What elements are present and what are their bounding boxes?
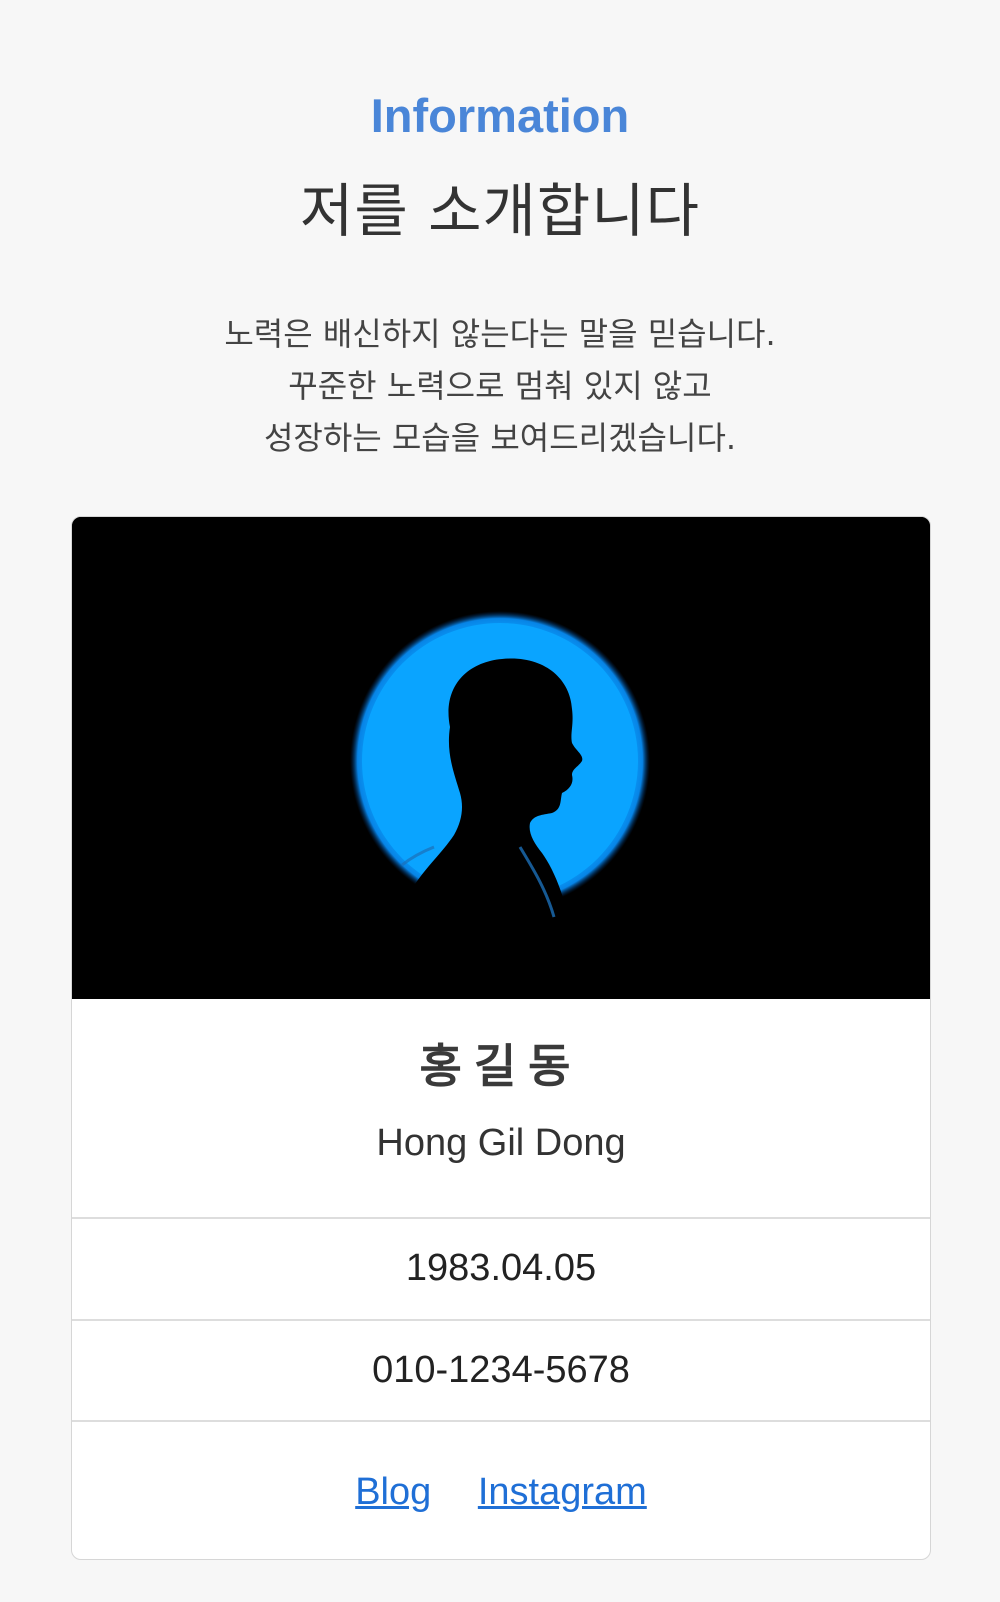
phone-row: 010-1234-5678 [72,1319,930,1420]
intro-line: 노력은 배신하지 않는다는 말을 믿습니다. [224,315,776,353]
profile-photo [72,517,930,999]
instagram-link[interactable]: Instagram [478,1471,647,1513]
profile-card: 홍길동 Hong Gil Dong 1983.04.05 010-1234-56… [71,516,931,1560]
intro-line: 성장하는 모습을 보여드리겠습니다. [263,419,737,457]
intro-text: 노력은 배신하지 않는다는 말을 믿습니다. 꾸준한 노력으로 멈춰 있지 않고… [0,308,1000,464]
page-title: 저를 소개합니다 [300,177,700,245]
name-block: 홍길동 Hong Gil Dong [72,999,930,1235]
name-korean: 홍길동 [419,1039,583,1093]
blog-link[interactable]: Blog [355,1471,431,1513]
name-english: Hong Gil Dong [376,1122,626,1164]
intro-line: 꾸준한 노력으로 멈춰 있지 않고 [288,367,712,405]
birthdate-row: 1983.04.05 [72,1217,930,1319]
section-label: Information [370,89,630,142]
links-row: Blog Instagram [72,1420,930,1559]
person-silhouette-icon [72,517,930,999]
